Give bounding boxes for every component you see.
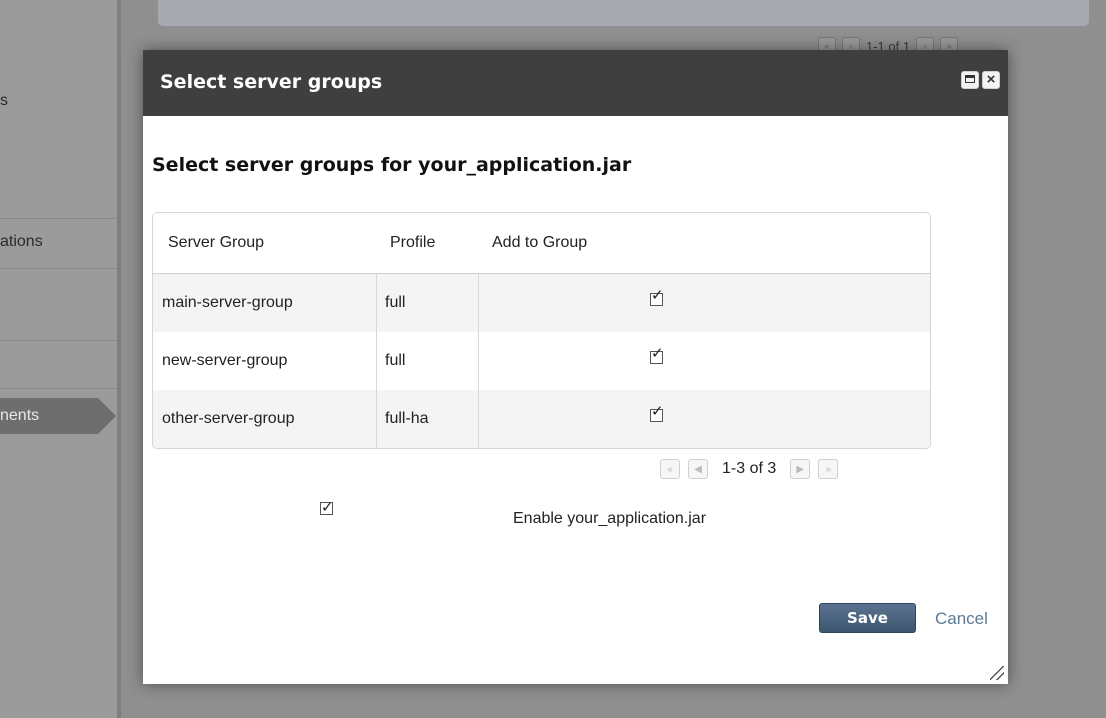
table-row[interactable]: main-server-group full ✓: [153, 274, 930, 332]
background-table-row: [157, 0, 1090, 27]
profile-cell: full: [385, 352, 406, 369]
maximize-icon[interactable]: [961, 71, 979, 89]
sidebar-item-2: ations: [0, 233, 43, 250]
save-button[interactable]: Save: [819, 603, 916, 633]
cancel-link[interactable]: Cancel: [935, 609, 988, 629]
server-group-cell: main-server-group: [162, 294, 293, 311]
profile-cell: full: [385, 294, 406, 311]
resize-handle-icon[interactable]: [990, 666, 1004, 680]
table-row[interactable]: new-server-group full ✓: [153, 332, 930, 390]
first-page-button[interactable]: «: [660, 459, 680, 479]
add-to-group-checkbox[interactable]: ✓: [650, 345, 664, 364]
dialog-header: Select server groups ×: [143, 50, 1008, 116]
table-pager: « ◀ 1-3 of 3 ▶ »: [660, 459, 839, 479]
add-to-group-checkbox[interactable]: ✓: [650, 287, 664, 306]
sidebar-divider-line: [0, 218, 117, 219]
column-header-profile[interactable]: Profile: [390, 234, 435, 252]
checkmark-icon: ✓: [651, 403, 664, 420]
column-header-add-to-group[interactable]: Add to Group: [492, 234, 587, 252]
enable-checkbox[interactable]: ✓: [320, 499, 334, 516]
sidebar-item-label: nents: [0, 407, 40, 424]
server-group-cell: other-server-group: [162, 410, 295, 427]
close-icon[interactable]: ×: [982, 71, 1000, 89]
sidebar-divider-line: [0, 340, 117, 341]
add-to-group-checkbox[interactable]: ✓: [650, 403, 664, 422]
sidebar-divider-line: [0, 388, 117, 389]
table-header: Server Group Profile Add to Group: [153, 213, 930, 274]
column-header-server-group[interactable]: Server Group: [168, 234, 264, 252]
server-groups-table: Server Group Profile Add to Group main-s…: [152, 212, 931, 449]
dialog-subtitle: Select server groups for your_applicatio…: [152, 154, 632, 176]
enable-label: Enable your_application.jar: [513, 510, 707, 527]
checkmark-icon: ✓: [321, 499, 334, 516]
checkmark-icon: ✓: [651, 287, 664, 304]
checkmark-icon: ✓: [651, 345, 664, 362]
sidebar-item-selected: nents: [0, 398, 116, 434]
prev-page-button[interactable]: ◀: [688, 459, 708, 479]
sidebar-item-1: s: [0, 92, 8, 109]
table-row[interactable]: other-server-group full-ha ✓: [153, 390, 930, 448]
pager-text: 1-3 of 3: [722, 460, 777, 477]
dialog-title: Select server groups: [160, 71, 383, 93]
profile-cell: full-ha: [385, 410, 429, 427]
sidebar-divider-line: [0, 268, 117, 269]
next-page-button[interactable]: ▶: [790, 459, 811, 479]
last-page-button[interactable]: »: [818, 459, 839, 479]
server-group-cell: new-server-group: [162, 352, 288, 369]
select-server-groups-dialog: Select server groups × Select server gro…: [143, 50, 1008, 684]
